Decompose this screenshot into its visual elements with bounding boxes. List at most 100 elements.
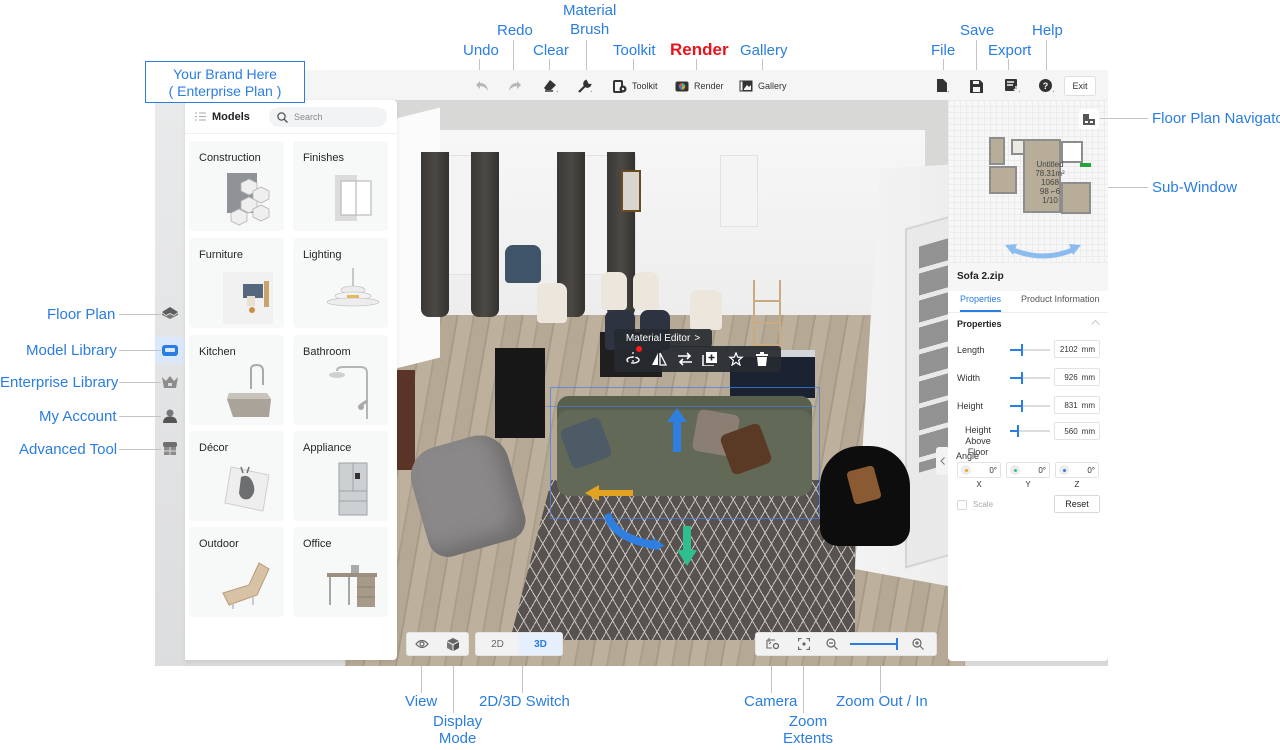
delete-tool-button[interactable] xyxy=(753,350,771,368)
tile-thumbnail-icon xyxy=(222,562,270,609)
height-above-floor-slider[interactable] xyxy=(1010,425,1050,437)
reset-button[interactable]: Reset xyxy=(1054,495,1100,513)
category-lighting[interactable]: Lighting xyxy=(293,238,388,328)
annotation-file: File xyxy=(931,42,956,59)
annotation-sub-window: Sub-Window xyxy=(1152,179,1238,196)
angle-x-input[interactable]: 0° xyxy=(957,462,1001,478)
rotate-view-arrow-icon[interactable] xyxy=(1005,241,1081,259)
move-x-arrow-icon[interactable] xyxy=(585,485,633,501)
category-outdoor[interactable]: Outdoor xyxy=(189,527,284,617)
width-slider[interactable] xyxy=(1010,372,1050,384)
chevron-right-icon: > xyxy=(694,332,701,344)
length-value: 2102 xyxy=(1059,344,1078,354)
help-button[interactable]: ? xyxy=(1039,76,1055,96)
toolkit-button[interactable]: Toolkit xyxy=(613,76,658,96)
clear-button[interactable] xyxy=(543,76,559,96)
height-slider[interactable] xyxy=(1010,400,1050,412)
exit-button[interactable]: Exit xyxy=(1064,76,1096,96)
material-editor-button[interactable]: Material Editor > xyxy=(614,329,712,347)
leader-line xyxy=(586,40,587,70)
camera-zoom-group xyxy=(755,632,937,656)
annotation-my-account: My Account xyxy=(39,408,117,425)
gallery-button[interactable]: Gallery xyxy=(739,76,787,96)
tile-thumbnail-icon xyxy=(326,268,380,307)
eiffel-picture xyxy=(621,170,641,212)
annotation-gallery: Gallery xyxy=(740,42,788,59)
zoom-knob[interactable] xyxy=(896,638,898,650)
zoom-slider[interactable] xyxy=(846,633,904,655)
category-furniture[interactable]: Furniture xyxy=(189,238,284,328)
file-button[interactable] xyxy=(936,76,950,96)
piano xyxy=(495,348,545,438)
scale-checkbox[interactable] xyxy=(957,500,967,510)
height-above-floor-value: 560 xyxy=(1064,426,1078,436)
export-button[interactable] xyxy=(1005,76,1021,96)
dining-chair xyxy=(633,272,659,310)
category-kitchen[interactable]: Kitchen xyxy=(189,335,284,425)
tab-product-information[interactable]: Product Information xyxy=(1021,294,1100,312)
mirror-tool-button[interactable] xyxy=(650,350,668,368)
category-decor[interactable]: Décor xyxy=(189,431,284,521)
search-input[interactable] xyxy=(294,112,374,122)
category-bathroom[interactable]: Bathroom xyxy=(293,335,388,425)
replace-tool-button[interactable] xyxy=(676,350,694,368)
zoom-extents-icon xyxy=(798,638,810,650)
rail-item-floor-plan[interactable] xyxy=(155,300,185,326)
cube-icon xyxy=(446,637,459,651)
category-finishes[interactable]: Finishes xyxy=(293,141,388,231)
category-office[interactable]: Office xyxy=(293,527,388,617)
display-mode-button[interactable] xyxy=(438,633,469,655)
plan-line4: 98 ⌐6 xyxy=(1039,187,1061,196)
tab-properties[interactable]: Properties xyxy=(960,294,1002,312)
leader-line xyxy=(771,666,772,693)
zoom-out-button[interactable] xyxy=(818,633,846,655)
category-label: Furniture xyxy=(199,249,244,261)
height-input[interactable]: 831 mm xyxy=(1054,396,1100,414)
duplicate-tool-button[interactable] xyxy=(701,350,719,368)
navigator-toggle-button[interactable] xyxy=(1079,109,1099,129)
mode-3d-button[interactable]: 3D xyxy=(519,633,562,655)
move-z-arrow-icon[interactable] xyxy=(677,526,697,566)
axis-z-label: Z xyxy=(1074,480,1080,489)
width-input[interactable]: 926 mm xyxy=(1054,368,1100,386)
rotate-tool-button[interactable] xyxy=(624,350,642,368)
favorite-tool-button[interactable] xyxy=(727,350,745,368)
view-button[interactable] xyxy=(407,633,438,655)
save-button[interactable] xyxy=(970,76,983,96)
redo-button[interactable] xyxy=(508,76,522,96)
annotation-clear: Clear xyxy=(533,42,569,59)
chevron-up-icon[interactable] xyxy=(1091,320,1100,325)
annotation-line: Extents xyxy=(783,730,834,747)
angle-y-input[interactable]: 0° xyxy=(1006,462,1050,478)
annotation-model-library: Model Library xyxy=(26,342,117,359)
notification-dot xyxy=(636,346,642,352)
unit: mm xyxy=(1081,372,1095,382)
angle-z-input[interactable]: 0° xyxy=(1055,462,1099,478)
material-brush-button[interactable] xyxy=(577,76,593,96)
rotate-arrow-icon[interactable] xyxy=(605,510,665,550)
camera-button[interactable] xyxy=(756,633,790,655)
leader-line xyxy=(549,59,550,70)
annotation-undo: Undo xyxy=(463,42,499,59)
length-slider[interactable] xyxy=(1010,344,1050,356)
undo-button[interactable] xyxy=(475,76,489,96)
zoom-track xyxy=(850,638,898,650)
move-up-arrow-icon[interactable] xyxy=(667,408,687,452)
category-construction[interactable]: Construction xyxy=(189,141,284,231)
eraser-icon xyxy=(544,80,559,93)
zoom-extents-button[interactable] xyxy=(790,633,818,655)
length-input[interactable]: 2102 mm xyxy=(1054,340,1100,358)
category-label: Outdoor xyxy=(199,538,239,550)
library-search[interactable] xyxy=(269,107,387,127)
dining-chair xyxy=(690,290,722,330)
mode-2d-button[interactable]: 2D xyxy=(476,633,519,655)
render-button[interactable]: Render xyxy=(675,76,724,96)
category-appliance[interactable]: Appliance xyxy=(293,431,388,521)
help-icon: ? xyxy=(1039,79,1055,93)
annotation-line: Mode xyxy=(438,730,477,747)
zoom-in-button[interactable] xyxy=(904,633,932,655)
leader-line xyxy=(119,350,161,351)
collapse-panel-button[interactable] xyxy=(936,447,948,475)
height-above-floor-input[interactable]: 560 mm xyxy=(1054,422,1100,440)
list-icon[interactable] xyxy=(195,112,206,121)
